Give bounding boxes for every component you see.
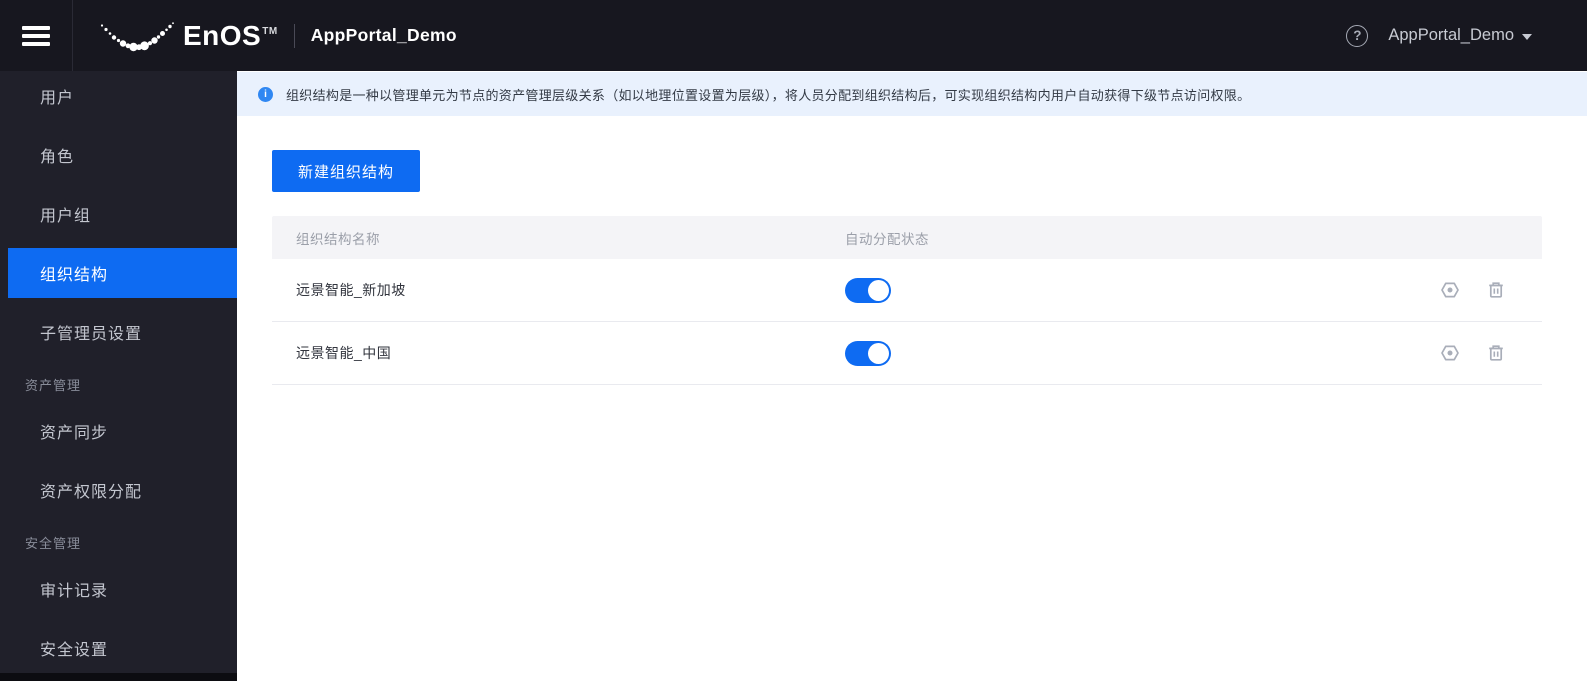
trash-icon[interactable] [1486,280,1506,300]
sidebar-section-asset-management: 资产管理 [25,377,82,393]
sidebar-nav: 用户 角色 用户组 组织结构 子管理员设置 资产管理 资产同步 资产权限分配 安… [0,71,237,681]
brand-divider [293,23,295,48]
hamburger-menu-icon[interactable] [22,26,50,46]
sidebar-item-users[interactable]: 用户 [0,71,237,121]
app-title: AppPortal_Demo [310,25,457,45]
sidebar-item-asset-permission[interactable]: 资产权限分配 [0,465,237,515]
settings-nut-icon[interactable] [1440,343,1460,363]
info-banner: i 组织结构是一种以管理单元为节点的资产管理层级关系（如以地理位置设置为层级），… [237,72,1587,116]
sidebar-item-asset-sync[interactable]: 资产同步 [0,406,237,456]
brand-name: EnOSTM [183,19,278,51]
org-name-cell: 远景智能_新加坡 [296,282,406,298]
caret-down-icon [1522,33,1532,40]
account-dropdown[interactable]: AppPortal_Demo [1388,26,1532,45]
help-icon[interactable]: ? [1346,24,1369,47]
trash-icon[interactable] [1486,343,1506,363]
sidebar-item-subadmin-settings[interactable]: 子管理员设置 [0,307,237,357]
column-header-org-name: 组织结构名称 [296,231,380,247]
enos-crescent-icon [100,21,174,51]
main-content: i 组织结构是一种以管理单元为节点的资产管理层级关系（如以地理位置设置为层级），… [237,71,1587,681]
topbar-divider [72,0,73,71]
sidebar-item-roles[interactable]: 角色 [0,130,237,180]
org-structure-table: 组织结构名称 自动分配状态 远景智能_新加坡 远景智能_中国 [272,216,1542,385]
sidebar-item-user-groups[interactable]: 用户组 [0,189,237,239]
auto-assign-toggle[interactable] [845,277,891,303]
auto-assign-toggle[interactable] [845,340,891,366]
org-name-cell: 远景智能_中国 [296,345,392,361]
sidebar-item-audit-log[interactable]: 审计记录 [0,564,237,614]
column-header-auto-assign-status: 自动分配状态 [845,231,929,247]
sidebar-item-org-structure[interactable]: 组织结构 [8,248,237,298]
sidebar-item-security-settings[interactable]: 安全设置 [0,623,237,673]
info-icon: i [258,86,273,102]
settings-nut-icon[interactable] [1440,280,1460,300]
table-row: 远景智能_新加坡 [272,259,1542,322]
table-row: 远景智能_中国 [272,322,1542,385]
sidebar-section-security-management: 安全管理 [25,535,82,551]
table-header-row: 组织结构名称 自动分配状态 [272,216,1542,259]
account-name: AppPortal_Demo [1388,26,1514,44]
enos-logo: EnOSTM AppPortal_Demo [99,0,457,71]
sidebar-bottom-edge [0,673,237,681]
create-org-structure-button[interactable]: 新建组织结构 [272,150,420,192]
info-banner-text: 组织结构是一种以管理单元为节点的资产管理层级关系（如以地理位置设置为层级），将人… [286,87,1251,103]
top-bar: EnOSTM AppPortal_Demo ? AppPortal_Demo [0,0,1587,71]
